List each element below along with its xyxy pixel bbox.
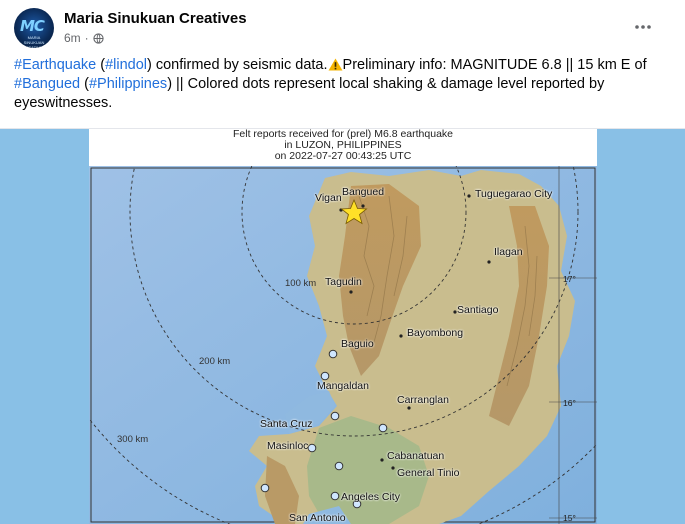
place-label-tagudin: Tagudin — [325, 276, 362, 288]
post-image-felt-report-map[interactable]: Felt reports received for (prel) M6.8 ea… — [89, 129, 597, 524]
hashtag-lindol[interactable]: #lindol — [105, 57, 147, 73]
place-label-san-antonio: San Antonio — [289, 512, 346, 524]
hashtag-philippines[interactable]: #Philippines — [89, 76, 167, 92]
post-text: #Earthquake (#lindol) confirmed by seism… — [14, 56, 674, 113]
place-label-mangaldan: Mangaldan — [317, 380, 369, 392]
avatar-logo-text: MC — [20, 17, 45, 35]
post-meta: 6m · — [64, 31, 104, 45]
lat-label-16: 16° — [563, 398, 576, 408]
warning-icon — [328, 58, 343, 71]
lat-label-15: 15° — [563, 513, 576, 523]
place-label-cabanatuan: Cabanatuan — [387, 450, 445, 462]
post-text-part: ) || Colored dots represent local shakin… — [167, 76, 605, 92]
avatar-logo-subtext: MARIA SINUKUAN CREATIVES — [22, 35, 46, 48]
hashtag-bangued[interactable]: #Bangued — [14, 76, 80, 92]
ring-label-300km: 300 km — [117, 434, 149, 445]
page-name-link[interactable]: Maria Sinukuan Creatives — [64, 10, 247, 27]
lat-label-17: 17° — [563, 274, 576, 284]
place-label-ilagan: Ilagan — [494, 246, 523, 258]
ring-label-100km: 100 km — [285, 278, 317, 289]
place-label-santa-cruz: Santa Cruz — [260, 418, 313, 430]
place-label-angeles-city: Angeles City — [341, 491, 400, 503]
post-header: MC MARIA SINUKUAN CREATIVES Maria Sinuku… — [0, 0, 685, 52]
place-label-general-tinio: General Tinio — [397, 467, 460, 479]
post-card: MC MARIA SINUKUAN CREATIVES Maria Sinuku… — [0, 0, 685, 524]
post-text-part: ) confirmed by seismic data. — [147, 57, 328, 73]
map-caption: Felt reports received for (prel) M6.8 ea… — [89, 129, 597, 162]
more-options-button[interactable] — [628, 12, 658, 42]
place-label-baguio: Baguio — [341, 338, 374, 350]
place-label-bayombong: Bayombong — [407, 327, 464, 339]
post-timestamp[interactable]: 6m — [64, 31, 81, 45]
map-area: Vigan Bangued Tuguegarao City Ilagan Tag… — [89, 166, 597, 524]
place-label-vigan: Vigan — [315, 192, 342, 204]
post-text-part: ( — [80, 76, 89, 92]
post-text-part: ( — [96, 57, 106, 73]
place-label-carranglan: Carranglan — [397, 394, 449, 406]
more-horizontal-icon — [635, 25, 651, 29]
place-label-santiago: Santiago — [457, 304, 499, 316]
ring-label-200km: 200 km — [199, 356, 231, 367]
avatar[interactable]: MC MARIA SINUKUAN CREATIVES — [14, 8, 54, 48]
map-caption-line: on 2022-07-27 00:43:25 UTC — [274, 150, 412, 162]
place-label-bangued: Bangued — [342, 186, 385, 198]
globe-icon — [93, 32, 104, 44]
hashtag-earthquake[interactable]: #Earthquake — [14, 57, 96, 73]
place-label-masinloc: Masinloc — [267, 440, 309, 452]
post-text-part: eyeswitnesses. — [14, 95, 113, 111]
meta-separator: · — [84, 31, 89, 45]
post-text-part: Preliminary info: MAGNITUDE 6.8 || 15 km… — [342, 57, 647, 73]
place-label-tuguegarao: Tuguegarao City — [475, 188, 553, 200]
